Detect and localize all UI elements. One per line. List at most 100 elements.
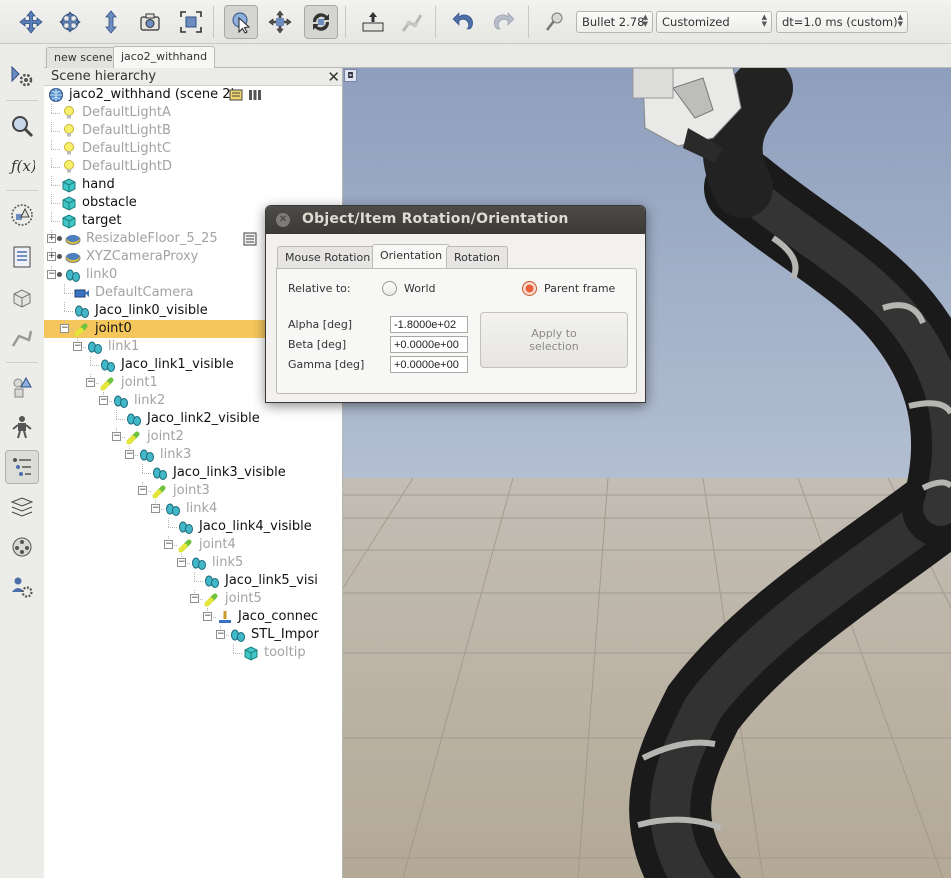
dialog-titlebar[interactable]: ✕ Object/Item Rotation/Orientation: [266, 206, 645, 234]
collapse-icon[interactable]: −: [47, 270, 56, 279]
scene-render: [343, 68, 951, 878]
collapse-icon[interactable]: −: [60, 324, 69, 333]
close-icon[interactable]: ✕: [327, 68, 340, 86]
tree-item[interactable]: DefaultLightB: [44, 122, 342, 140]
customization-script-icon[interactable]: [247, 87, 263, 103]
tree-item[interactable]: − Jaco_connec: [44, 608, 342, 626]
tree-item[interactable]: − STL_Impor: [44, 626, 342, 644]
robot-model-icon[interactable]: [5, 410, 39, 444]
collapse-icon[interactable]: −: [203, 612, 212, 621]
script-icon[interactable]: [228, 87, 244, 103]
spin-arrows-icon: ▲ ▼: [642, 13, 648, 28]
tab-mouse-rotation[interactable]: Mouse Rotation: [277, 246, 379, 268]
tree-item[interactable]: − link5: [44, 554, 342, 572]
tree-connector: [90, 356, 91, 365]
viewport-corner-icon[interactable]: ◘: [344, 69, 357, 82]
tree-item[interactable]: Jaco_link3_visible: [44, 464, 342, 482]
beta-input[interactable]: [390, 336, 468, 353]
undo-icon[interactable]: [446, 5, 480, 39]
apply-to-selection-button[interactable]: Apply to selection: [480, 312, 628, 368]
collapse-icon[interactable]: −: [164, 540, 173, 549]
world-radio-label[interactable]: World: [404, 282, 436, 295]
tree-item[interactable]: Jaco_link5_visi: [44, 572, 342, 590]
tree-connector: [142, 473, 151, 474]
tree-item[interactable]: Jaco_link2_visible: [44, 410, 342, 428]
user-settings-icon[interactable]: [5, 570, 39, 604]
redo-icon[interactable]: [487, 5, 521, 39]
cube-icon[interactable]: [5, 281, 39, 315]
collapse-icon[interactable]: −: [112, 432, 121, 441]
engine-select[interactable]: Bullet 2.78 ▲ ▼: [576, 11, 653, 33]
camera-pan-icon[interactable]: [14, 5, 48, 39]
tree-item[interactable]: jaco2_withhand (scene 2): [44, 86, 342, 104]
tab-rotation[interactable]: Rotation: [446, 246, 509, 268]
tree-item[interactable]: DefaultLightA: [44, 104, 342, 122]
tree-item[interactable]: Jaco_link4_visible: [44, 518, 342, 536]
close-icon[interactable]: ✕: [276, 213, 290, 227]
object-rotate-icon[interactable]: [304, 5, 338, 39]
tree-item[interactable]: − joint5: [44, 590, 342, 608]
parent-frame-radio[interactable]: [522, 281, 537, 296]
gamma-input[interactable]: [390, 356, 468, 373]
camera-rotate-icon[interactable]: [53, 5, 87, 39]
shape-group-icon: [139, 447, 155, 463]
tab-jaco2-withhand[interactable]: jaco2_withhand: [113, 46, 216, 69]
tree-item[interactable]: DefaultLightD: [44, 158, 342, 176]
world-radio[interactable]: [382, 281, 397, 296]
function-icon[interactable]: ƒ(x): [5, 148, 39, 182]
primitive-shapes-icon[interactable]: [5, 370, 39, 404]
tree-connector: [51, 176, 52, 185]
preset-select[interactable]: Customized ▲ ▼: [656, 11, 772, 33]
magnifier-icon[interactable]: [5, 109, 39, 143]
tree-item[interactable]: − link4: [44, 500, 342, 518]
collapse-icon[interactable]: −: [86, 378, 95, 387]
collapse-icon[interactable]: −: [138, 486, 147, 495]
script-icon[interactable]: [242, 231, 258, 247]
collapse-icon[interactable]: −: [125, 450, 134, 459]
tree-item[interactable]: − joint3: [44, 482, 342, 500]
shape-group-icon: [204, 573, 220, 589]
assemble-icon[interactable]: [356, 5, 390, 39]
parent-frame-radio-label[interactable]: Parent frame: [544, 282, 615, 295]
shape-group-icon: [152, 465, 168, 481]
collapse-icon[interactable]: −: [190, 594, 199, 603]
tab-orientation[interactable]: Orientation: [372, 244, 451, 269]
tree-item-label: DefaultLightC: [82, 141, 172, 156]
apply-label-line1: Apply to: [531, 327, 577, 340]
shape-group-icon: [100, 357, 116, 373]
shapes-icon[interactable]: [5, 198, 39, 232]
path-icon[interactable]: [5, 322, 39, 356]
tree-item[interactable]: − joint2: [44, 428, 342, 446]
timestep-select[interactable]: dt=1.0 ms (custom) ▲ ▼: [776, 11, 908, 33]
click-select-icon[interactable]: [224, 5, 258, 39]
tree-connector: [51, 104, 52, 113]
tree-item-label: joint2: [147, 429, 184, 444]
collapse-icon[interactable]: −: [73, 342, 82, 351]
relative-to-label: Relative to:: [288, 282, 351, 295]
scene-hierarchy-icon[interactable]: [5, 450, 39, 484]
expand-icon[interactable]: +: [47, 252, 56, 261]
layers-icon[interactable]: [5, 490, 39, 524]
3d-viewport[interactable]: ◘: [343, 68, 951, 878]
tree-item[interactable]: − joint4: [44, 536, 342, 554]
object-shift-icon[interactable]: [263, 5, 297, 39]
tree-item[interactable]: − link3: [44, 446, 342, 464]
collapse-icon[interactable]: −: [177, 558, 186, 567]
video-recorder-icon[interactable]: [5, 530, 39, 564]
tree-item[interactable]: tooltip: [44, 644, 342, 662]
collapse-icon[interactable]: −: [216, 630, 225, 639]
alpha-input[interactable]: [390, 316, 468, 333]
fit-to-view-icon[interactable]: [174, 5, 208, 39]
document-icon[interactable]: [5, 240, 39, 274]
model-dot-icon: [57, 236, 62, 241]
camera-angle-icon[interactable]: [133, 5, 167, 39]
collapse-icon[interactable]: −: [151, 504, 160, 513]
simulation-settings-icon[interactable]: [5, 59, 39, 93]
camera-shift-icon[interactable]: [94, 5, 128, 39]
collapse-icon[interactable]: −: [99, 396, 108, 405]
tree-item[interactable]: hand: [44, 176, 342, 194]
left-toolbar: ƒ(x): [0, 44, 44, 878]
tab-new-scene[interactable]: new scene: [46, 47, 121, 69]
tree-item[interactable]: DefaultLightC: [44, 140, 342, 158]
expand-icon[interactable]: +: [47, 234, 56, 243]
